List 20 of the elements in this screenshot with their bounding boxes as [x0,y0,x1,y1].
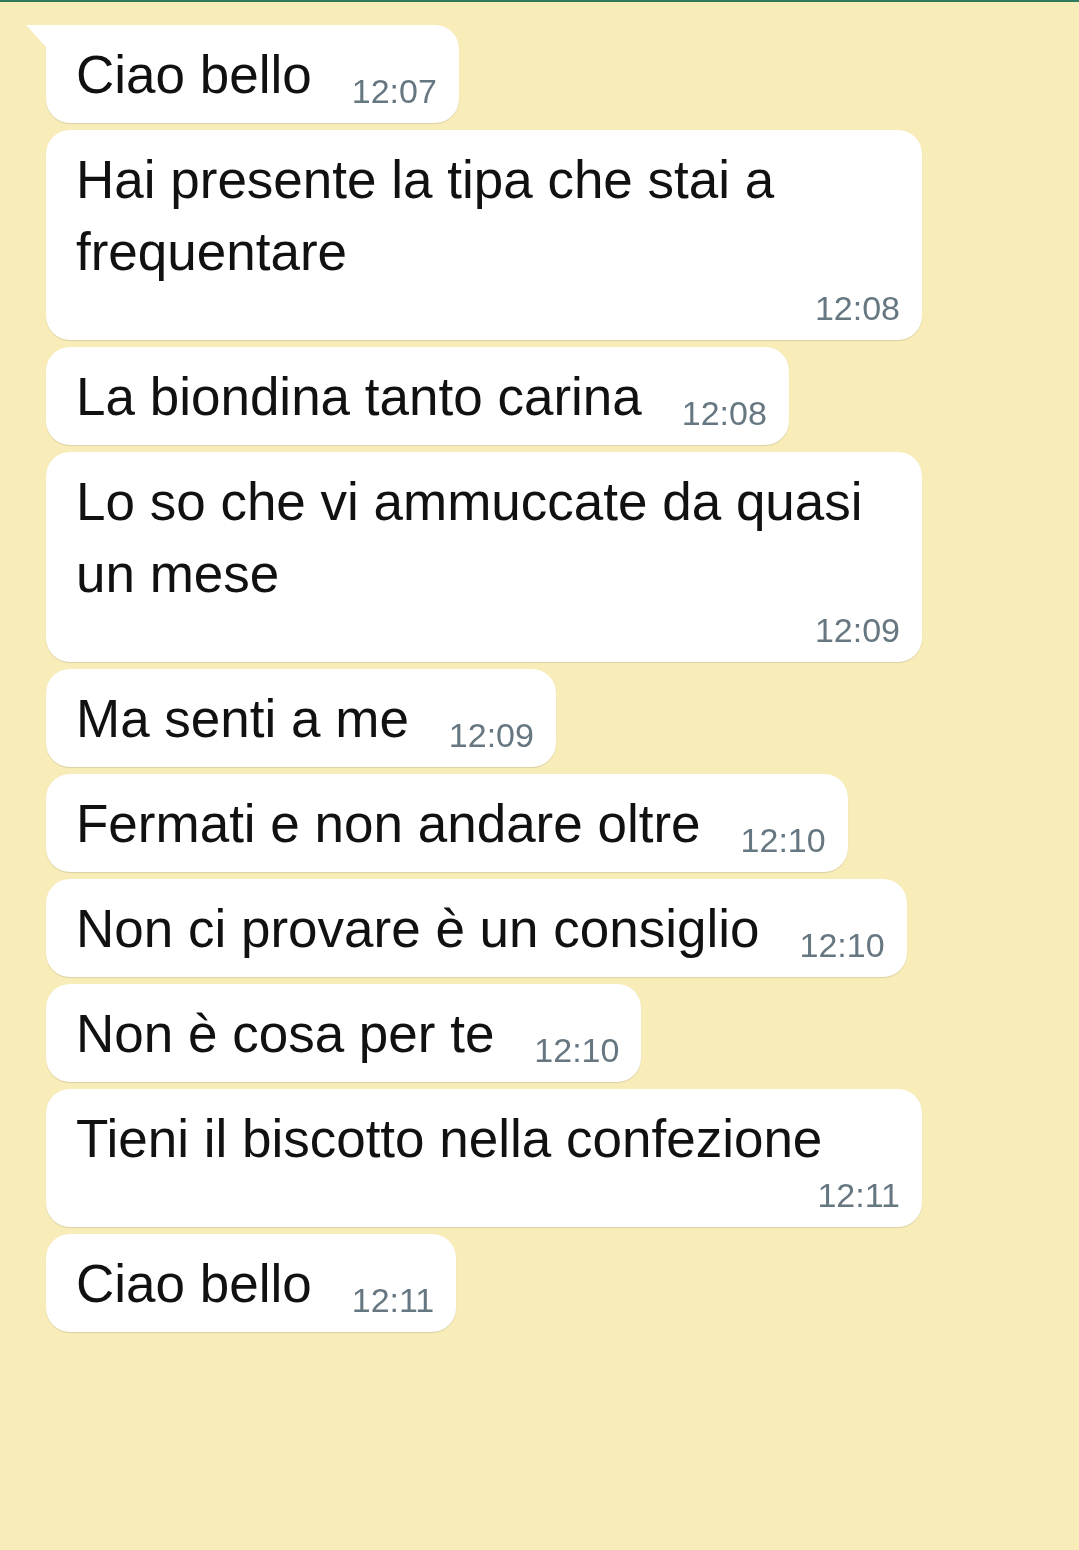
message-text: Tieni il biscotto nella confezione [76,1108,823,1170]
message-time: 12:10 [533,1030,620,1070]
message-text: Ciao bello [76,44,312,106]
message-time: 12:10 [739,820,826,860]
message-text: Ma senti a me [76,688,409,750]
message-time: 12:10 [798,925,885,965]
message-text: Hai presente la tipa che stai a frequentare [76,149,776,283]
message-text: Non è cosa per te [76,1003,495,1065]
message-time: 12:08 [680,393,767,433]
message-time: 12:07 [350,71,437,111]
message-text: Fermati e non andare oltre [76,793,701,855]
message-time: 12:08 [813,288,900,328]
message-text: Ciao bello [76,1253,312,1315]
message-time: 12:09 [813,610,900,650]
message-time: 12:09 [447,715,534,755]
message-text: Non ci provare è un consiglio [76,898,760,960]
message-time: 12:11 [350,1280,435,1320]
message-text: La biondina tanto carina [76,366,642,428]
message-time: 12:11 [816,1175,900,1215]
message-text: Lo so che vi ammuccate da quasi un mese [76,471,864,605]
